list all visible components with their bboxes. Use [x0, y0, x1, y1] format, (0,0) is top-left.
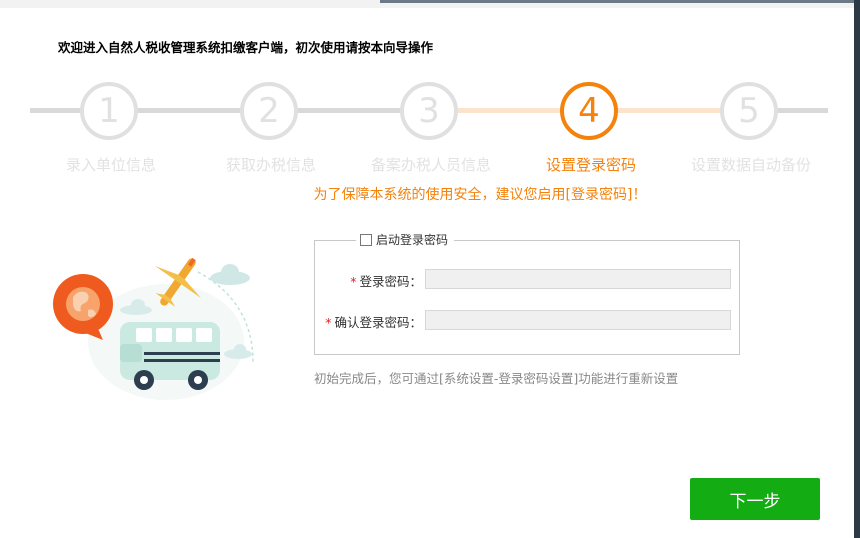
step-1-label: 录入单位信息	[65, 156, 156, 174]
step-2-label: 获取办税信息	[225, 156, 316, 174]
step-3-circle: 3	[400, 82, 458, 140]
window-right-edge	[854, 0, 860, 538]
cloud-icon	[210, 264, 250, 285]
enable-password-toggle[interactable]: 启动登录密码	[356, 231, 455, 248]
next-step-button[interactable]: 下一步	[690, 478, 820, 520]
reset-hint: 初始完成后，您可通过[系统设置-登录密码设置]功能进行重新设置	[314, 371, 679, 386]
step-5-circle: 5	[720, 82, 778, 140]
confirm-password-input[interactable]	[425, 310, 731, 330]
bus-icon	[120, 322, 220, 390]
step-3-label: 备案办税人员信息	[370, 156, 491, 174]
password-label: 登录密码：	[359, 274, 422, 289]
step-2-circle: 2	[240, 82, 298, 140]
window-top-strip	[380, 0, 860, 3]
travel-illustration	[53, 257, 254, 400]
enable-password-label: 启动登录密码	[376, 233, 449, 247]
required-mark: *	[325, 315, 332, 330]
confirm-password-label: 确认登录密码：	[334, 315, 422, 330]
enable-password-checkbox[interactable]	[360, 233, 372, 246]
required-mark: *	[350, 274, 357, 289]
security-notice: 为了保障本系统的使用安全，建议您启用[登录密码]！	[313, 187, 647, 203]
step-5-label: 设置数据自动备份	[690, 156, 811, 174]
step-1-circle: 1	[80, 82, 138, 140]
password-input[interactable]	[425, 269, 731, 289]
wizard-title: 欢迎进入自然人税收管理系统扣缴客户端，初次使用请按本向导操作	[58, 40, 434, 55]
password-label-wrap: * 登录密码：	[330, 271, 422, 290]
step-4-label: 设置登录密码	[545, 156, 636, 174]
step-4-circle: 4	[560, 82, 618, 140]
confirm-password-label-wrap: * 确认登录密码：	[310, 312, 422, 331]
password-groupbox	[314, 240, 740, 355]
